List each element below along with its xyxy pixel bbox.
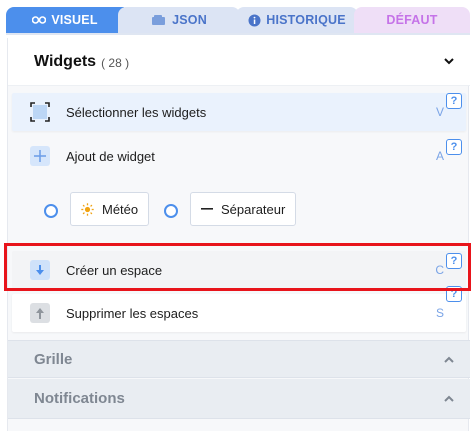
chevron-up-icon[interactable] [442, 392, 456, 406]
highlight-box [4, 243, 471, 291]
tab-underline [6, 33, 470, 35]
chevron-down-icon[interactable] [442, 54, 456, 68]
arrow-up-icon [30, 303, 50, 323]
widget-options: Météo Séparateur [8, 188, 470, 228]
tab-json-label: JSON [172, 13, 207, 27]
braces-icon [151, 14, 167, 26]
section-widgets-title: Widgets [34, 52, 97, 70]
tab-historique-label: HISTORIQUE [266, 13, 346, 27]
section-notifications-header[interactable]: Notifications [8, 379, 470, 419]
row-delete-spaces[interactable]: Supprimer les espaces S ? [12, 286, 466, 332]
widgets-panel: Widgets ( 28 ) Sélectionner les widgets … [7, 38, 470, 431]
dash-icon [201, 207, 213, 211]
sun-icon [81, 202, 94, 216]
info-icon [248, 14, 261, 27]
tab-json[interactable]: JSON [118, 7, 240, 33]
shortcut-key: A [435, 149, 444, 163]
section-widgets-header[interactable]: Widgets ( 28 ) [8, 38, 470, 86]
help-icon[interactable]: ? [446, 93, 462, 109]
help-icon[interactable]: ? [446, 139, 462, 155]
section-notifications-title: Notifications [34, 390, 125, 407]
select-icon [30, 102, 50, 122]
option-separateur-label: Séparateur [221, 201, 286, 217]
tab-visuel[interactable]: VISUEL [6, 7, 124, 33]
row-delete-spaces-label: Supprimer les espaces [66, 305, 199, 321]
chevron-up-icon[interactable] [442, 353, 456, 367]
tab-historique[interactable]: HISTORIQUE [236, 7, 358, 33]
tab-bar: VISUEL JSON HISTORIQUE DÉFAUT [0, 0, 474, 40]
tab-defaut-label: DÉFAUT [386, 13, 438, 27]
radio-separateur[interactable] [164, 204, 178, 218]
widgets-count: ( 28 ) [101, 55, 130, 70]
plus-icon [30, 146, 50, 166]
shortcut-key: V [435, 105, 444, 119]
row-select-widgets-label: Sélectionner les widgets [66, 104, 207, 120]
row-add-widget[interactable]: Ajout de widget A ? [12, 137, 466, 175]
eye-icon [32, 16, 47, 24]
shortcut-key: S [435, 306, 444, 320]
section-grille-title: Grille [34, 350, 73, 368]
tab-defaut[interactable]: DÉFAUT [354, 7, 470, 33]
row-add-widget-label: Ajout de widget [66, 148, 155, 164]
radio-meteo[interactable] [44, 204, 58, 218]
section-grille-header[interactable]: Grille [8, 340, 470, 378]
option-separateur[interactable]: Séparateur [190, 192, 297, 226]
row-select-widgets[interactable]: Sélectionner les widgets V ? [12, 93, 466, 131]
tab-visuel-label: VISUEL [51, 13, 98, 27]
option-meteo-label: Météo [102, 201, 139, 217]
option-meteo[interactable]: Météo [70, 192, 150, 226]
